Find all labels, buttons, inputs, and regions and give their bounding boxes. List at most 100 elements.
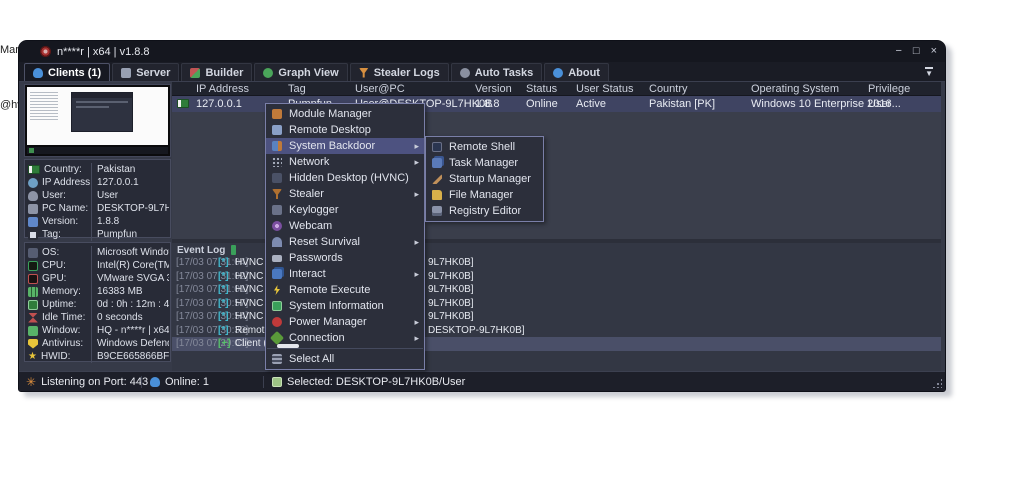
desktop-background: Mar @hvn n****r | x64 | v1.8.8 − □ × Cli… xyxy=(0,0,1024,501)
menu-item-webcam[interactable]: Webcam xyxy=(266,218,424,234)
menu-label: Stealer xyxy=(289,188,324,200)
menu-separator xyxy=(267,348,423,349)
menu-item-stealer[interactable]: Stealer ▸ xyxy=(266,186,424,202)
info-row-country: Country: Pakistan xyxy=(25,163,170,176)
submenu-item-task-manager[interactable]: Task Manager xyxy=(426,155,543,171)
info-value: 0d : 0h : 12m : 47s xyxy=(91,298,169,311)
system-information-icon xyxy=(272,301,282,311)
tab-about[interactable]: About xyxy=(544,63,609,81)
idle-time-icon xyxy=(28,313,38,323)
col-user-status[interactable]: User Status xyxy=(576,82,633,96)
col-operating-system[interactable]: Operating System xyxy=(751,82,839,96)
cell-country: Pakistan [PK] xyxy=(649,96,715,112)
menu-item-reset-survival[interactable]: Reset Survival ▸ xyxy=(266,234,424,250)
col-status[interactable]: Status xyxy=(526,82,557,96)
reset-survival-anchor-icon xyxy=(272,237,282,247)
info-value: DESKTOP-9L7HK0B xyxy=(91,202,169,215)
tab-bar: Clients (1) Server Builder Graph View St… xyxy=(19,62,945,82)
tab-graph-view[interactable]: Graph View xyxy=(254,63,347,81)
event-marker: [+] xyxy=(218,338,231,349)
listening-status: Listening on Port: 443 xyxy=(41,376,148,388)
menu-item-system-information[interactable]: System Information xyxy=(266,298,424,314)
event-text-right: 9L7HK0B] xyxy=(428,284,474,295)
menu-item-hidden-desktop-hvnc[interactable]: Hidden Desktop (HVNC) xyxy=(266,170,424,186)
title-bar[interactable]: n****r | x64 | v1.8.8 − □ × xyxy=(19,41,945,62)
tab-clients[interactable]: Clients (1) xyxy=(24,63,110,81)
menu-label: Task Manager xyxy=(449,157,518,169)
info-row-ip: IP Address: 127.0.0.1 xyxy=(25,176,170,189)
menu-label: File Manager xyxy=(449,189,513,201)
pc-name-icon xyxy=(28,204,38,214)
tab-stealer-logs[interactable]: Stealer Logs xyxy=(350,63,449,81)
info-row-cpu: CPU: Intel(R) Core(TM) i7 xyxy=(25,259,170,272)
submenu-item-startup-manager[interactable]: Startup Manager xyxy=(426,171,543,187)
submenu-item-file-manager[interactable]: File Manager xyxy=(426,187,543,203)
col-country[interactable]: Country xyxy=(649,82,688,96)
col-tag[interactable]: Tag xyxy=(288,82,306,96)
col-user-pc[interactable]: User@PC xyxy=(355,82,405,96)
info-label: PC Name: xyxy=(42,203,88,214)
tab-auto-tasks[interactable]: Auto Tasks xyxy=(451,63,542,81)
menu-label: Hidden Desktop (HVNC) xyxy=(289,172,409,184)
uptime-icon xyxy=(28,300,38,310)
menu-label: Remote Desktop xyxy=(289,124,371,136)
menu-item-remote-desktop[interactable]: Remote Desktop xyxy=(266,122,424,138)
hidden-desktop-icon xyxy=(272,173,282,183)
submenu-item-remote-shell[interactable]: Remote Shell xyxy=(426,139,543,155)
info-row-memory: Memory: 16383 MB xyxy=(25,285,170,298)
menu-label: Startup Manager xyxy=(449,173,531,185)
submenu-arrow-icon: ▸ xyxy=(414,189,419,200)
passwords-icon xyxy=(272,255,282,262)
event-marker: [*] xyxy=(218,271,229,282)
remote-desktop-icon xyxy=(272,125,282,135)
builder-icon xyxy=(190,68,200,78)
menu-label: Remote Shell xyxy=(449,141,515,153)
col-version[interactable]: Version xyxy=(475,82,512,96)
window-icon xyxy=(28,326,38,336)
event-marker: [*] xyxy=(218,298,229,309)
menu-item-system-backdoor[interactable]: System Backdoor ▸ xyxy=(266,138,424,154)
menu-item-passwords[interactable]: Passwords xyxy=(266,250,424,266)
about-info-icon xyxy=(553,68,563,78)
tab-builder[interactable]: Builder xyxy=(181,63,252,81)
info-row-os: OS: Microsoft Window xyxy=(25,246,170,259)
tab-server[interactable]: Server xyxy=(112,63,179,81)
system-info-panel: OS: Microsoft Window CPU: Intel(R) Core(… xyxy=(24,242,171,362)
menu-item-select-all[interactable]: Select All xyxy=(266,351,424,367)
info-value: Windows Defende xyxy=(91,337,169,350)
event-log-filter-icon[interactable] xyxy=(231,245,236,255)
menu-item-network[interactable]: Network ▸ xyxy=(266,154,424,170)
event-text-right: 9L7HK0B] xyxy=(428,271,474,282)
menu-item-power-manager[interactable]: Power Manager ▸ xyxy=(266,314,424,330)
event-marker: [*] xyxy=(218,311,229,322)
tab-label: Graph View xyxy=(278,67,338,79)
cell-user-status: Active xyxy=(576,96,606,112)
country-flag-icon xyxy=(28,165,40,174)
remote-execute-lightning-icon xyxy=(272,285,282,295)
tab-label: About xyxy=(568,67,600,79)
client-context-menu: Module Manager Remote Desktop System Bac… xyxy=(265,103,425,370)
menu-item-remote-execute[interactable]: Remote Execute xyxy=(266,282,424,298)
submenu-arrow-icon: ▸ xyxy=(414,237,419,248)
minimize-button[interactable]: − xyxy=(895,41,901,62)
event-text-right: DESKTOP-9L7HK0B] xyxy=(428,325,525,336)
stealer-logs-icon xyxy=(359,68,369,78)
col-privilege[interactable]: Privilege xyxy=(868,82,910,96)
close-button[interactable]: × xyxy=(931,41,937,62)
resize-grip[interactable] xyxy=(932,378,942,388)
tab-label: Server xyxy=(136,67,170,79)
menu-item-module-manager[interactable]: Module Manager xyxy=(266,106,424,122)
menu-item-interact[interactable]: Interact ▸ xyxy=(266,266,424,282)
col-ip-address[interactable]: IP Address xyxy=(196,82,249,96)
menu-item-keylogger[interactable]: Keylogger xyxy=(266,202,424,218)
info-label: CPU: xyxy=(42,260,66,271)
menu-label: Module Manager xyxy=(289,108,372,120)
info-value: 127.0.0.1 xyxy=(91,176,169,189)
client-screenshot-thumbnail[interactable] xyxy=(24,84,171,157)
maximize-button[interactable]: □ xyxy=(913,41,920,62)
memory-icon xyxy=(28,287,38,297)
submenu-item-registry-editor[interactable]: Registry Editor xyxy=(426,203,543,219)
tab-overflow-icon[interactable]: ▼ xyxy=(925,67,933,78)
info-row-antivirus: Antivirus: Windows Defende xyxy=(25,337,170,350)
info-row-idle-time: Idle Time: 0 seconds xyxy=(25,311,170,324)
